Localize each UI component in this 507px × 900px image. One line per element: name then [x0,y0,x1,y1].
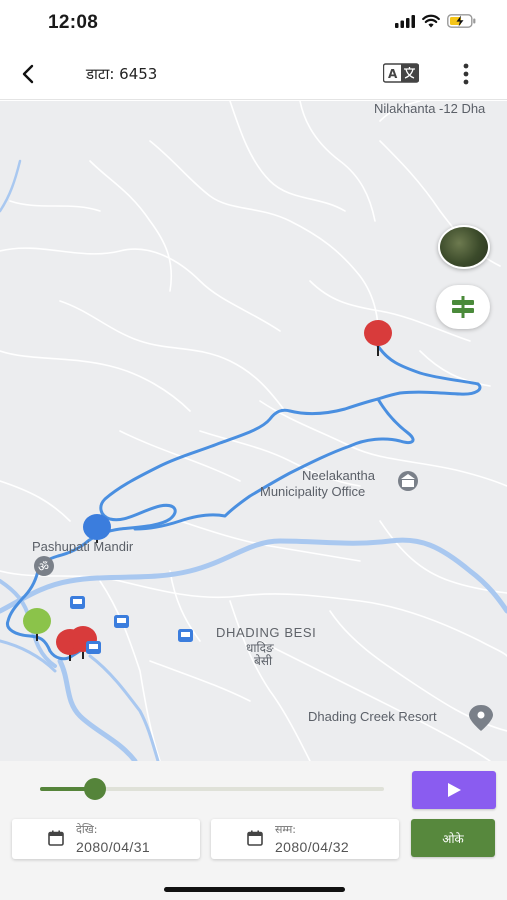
map-layer-button[interactable] [438,225,490,269]
route-filter-button[interactable] [436,285,490,329]
page-title: डाटा: 6453 [86,65,158,83]
status-icons [395,14,477,28]
to-date-field[interactable]: सम्म: 2080/04/32 [211,819,399,859]
translate-icon: A [383,63,419,83]
from-date-field[interactable]: देखि: 2080/04/31 [12,819,200,859]
from-date-label: देखि: [76,823,98,836]
temple-poi-icon: ॐ [34,556,54,576]
playback-slider-knob[interactable] [84,778,107,800]
wifi-icon [422,14,440,28]
signal-icon [395,14,415,28]
pin-end-red[interactable] [364,320,392,356]
status-bar: 12:08 [0,0,507,46]
back-button[interactable] [12,58,44,90]
svg-text:ॐ: ॐ [38,560,49,574]
route-map[interactable]: ॐ Nilakhanta -12 Dha Neelakantha Municip… [0,101,507,761]
calendar-icon [48,830,64,846]
app-bar: डाटा: 6453 A [0,46,507,100]
more-options-button[interactable] [452,58,480,90]
ok-button[interactable]: ओके [411,819,495,857]
status-time: 12:08 [48,12,99,33]
play-button[interactable] [412,771,496,809]
map-label-neelakantha-2: Municipality Office [260,484,366,499]
translate-button[interactable]: A [380,60,422,86]
playback-slider[interactable] [40,778,384,800]
signpost-icon [452,296,474,318]
battery-charging-icon [447,14,476,28]
map-label-nilakhanta: Nilakhanta -12 Dha [374,101,486,116]
to-date-value: 2080/04/32 [275,839,350,855]
more-vertical-icon [463,63,469,85]
calendar-icon [247,830,263,846]
resort-pin-icon [469,705,493,731]
to-date-label: सम्म: [275,823,297,836]
home-indicator[interactable] [164,887,345,892]
play-icon [448,783,461,797]
map-label-dhading-besi: DHADING BESI [216,625,317,640]
office-poi-icon [398,471,418,491]
map-label-dhading-besi-np-2: बेसी [254,654,273,668]
svg-text:A: A [388,67,398,81]
map-label-neelakantha-1: Neelakantha [302,468,375,483]
chevron-left-icon [22,64,34,84]
map-label-dhading-creek: Dhading Creek Resort [308,709,437,724]
from-date-value: 2080/04/31 [76,839,151,855]
map-label-pashupati: Pashupati Mandir [32,539,134,554]
playback-controls: देखि: 2080/04/31 सम्म: 2080/04/32 ओके [0,761,507,900]
